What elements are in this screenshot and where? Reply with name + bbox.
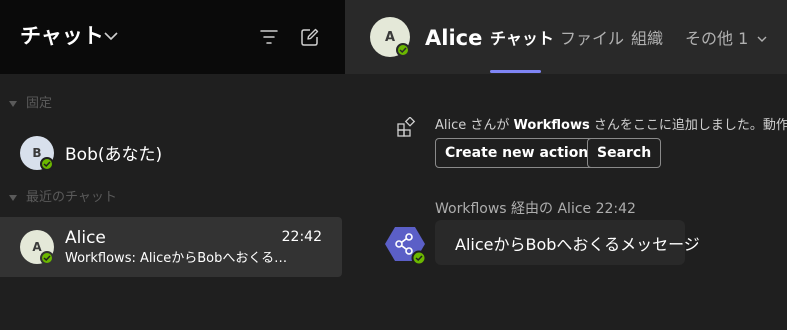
chat-item-name: Bob(あなた) bbox=[65, 145, 163, 165]
presence-available-icon bbox=[396, 43, 410, 57]
chat-item-time: 22:42 bbox=[281, 229, 322, 245]
tab-files[interactable]: ファイル bbox=[560, 27, 624, 51]
chat-item-alice[interactable]: A Alice 22:42 Workflows: AliceからBobへおくるメ… bbox=[0, 217, 342, 277]
chat-item-preview: Workflows: AliceからBobへおくるメッセージ bbox=[65, 251, 297, 266]
message-bubble[interactable]: AliceからBobへおくるメッセージ bbox=[435, 220, 700, 265]
presence-available-icon bbox=[40, 251, 54, 265]
tab-organization[interactable]: 組織 bbox=[631, 27, 663, 51]
compose-icon[interactable] bbox=[300, 27, 320, 47]
conversation-title: Alice bbox=[425, 26, 483, 50]
tab-more[interactable]: その他 1 bbox=[685, 27, 768, 51]
system-message: Alice さんが Workflows さんをここに追加しました。動作を確 bbox=[435, 118, 787, 133]
pinned-section-header[interactable]: 固定 bbox=[9, 96, 52, 112]
presence-available-icon bbox=[40, 157, 54, 171]
pinned-section-label: 固定 bbox=[26, 96, 53, 111]
chevron-down-icon bbox=[757, 36, 767, 42]
chat-item-name: Alice bbox=[65, 228, 106, 248]
caret-down-icon bbox=[9, 195, 17, 201]
chat-list-title[interactable]: チャット bbox=[20, 22, 104, 50]
message-text: AliceからBobへおくるメッセージ bbox=[455, 234, 700, 254]
chat-list-panel: チャット 固定 B Bob(あなた) 最近のチャット A Alice 22:42… bbox=[0, 0, 345, 330]
create-new-action-button[interactable]: Create new action bbox=[435, 138, 599, 168]
recent-section-label: 最近のチャット bbox=[26, 190, 117, 205]
search-button[interactable]: Search bbox=[587, 138, 662, 168]
conversation-header: A Alice チャット ファイル 組織 その他 1 bbox=[345, 0, 787, 74]
workflows-app-avatar-icon[interactable] bbox=[385, 224, 425, 264]
apps-icon bbox=[397, 117, 416, 137]
tab-more-label: その他 1 bbox=[685, 29, 749, 48]
chat-item-bob[interactable]: B Bob(あなた) bbox=[0, 124, 342, 184]
filter-icon[interactable] bbox=[259, 27, 279, 47]
chat-list-header: チャット bbox=[0, 0, 345, 74]
active-tab-indicator bbox=[490, 70, 541, 73]
chevron-down-icon[interactable] bbox=[103, 30, 119, 42]
caret-down-icon bbox=[9, 101, 17, 107]
conversation-panel: A Alice チャット ファイル 組織 その他 1 Alice さんが Wor… bbox=[345, 0, 787, 330]
recent-section-header[interactable]: 最近のチャット bbox=[9, 190, 117, 206]
tab-chat[interactable]: チャット bbox=[490, 27, 554, 51]
message-meta: Workflows 経由の Alice 22:42 bbox=[435, 201, 636, 217]
